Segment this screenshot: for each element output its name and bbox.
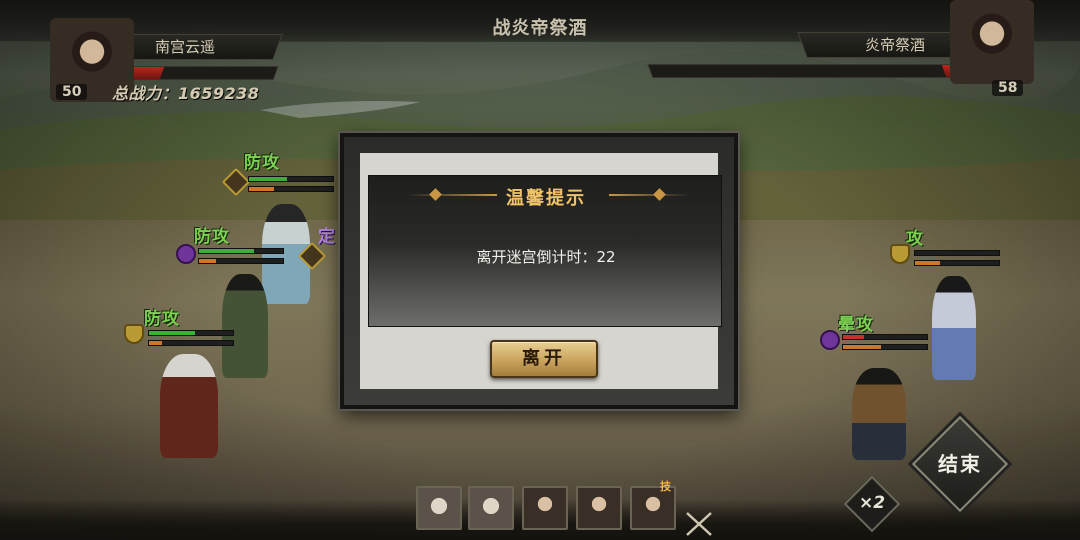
- dialog-body: 温馨提示 离开迷宫倒计时：22 离开: [360, 153, 722, 389]
- skill-badge: 技: [660, 480, 671, 493]
- end-battle-label: 结束: [938, 452, 982, 476]
- crossed-swords-icon: [686, 512, 712, 536]
- speed-label: ×2: [858, 493, 886, 513]
- leave-button[interactable]: 离开: [490, 340, 598, 378]
- notice-dialog: 温馨提示 离开迷宫倒计时：22 离开: [340, 133, 738, 409]
- dialog-message-panel: 温馨提示 离开迷宫倒计时：22: [368, 175, 722, 327]
- turn-queue-slot[interactable]: [416, 486, 462, 530]
- turn-queue-slot[interactable]: [522, 486, 568, 530]
- countdown-message: 离开迷宫倒计时：22: [476, 248, 616, 266]
- dialog-title: 温馨提示: [506, 188, 586, 209]
- turn-queue-slot[interactable]: [468, 486, 514, 530]
- turn-queue-slot[interactable]: [576, 486, 622, 530]
